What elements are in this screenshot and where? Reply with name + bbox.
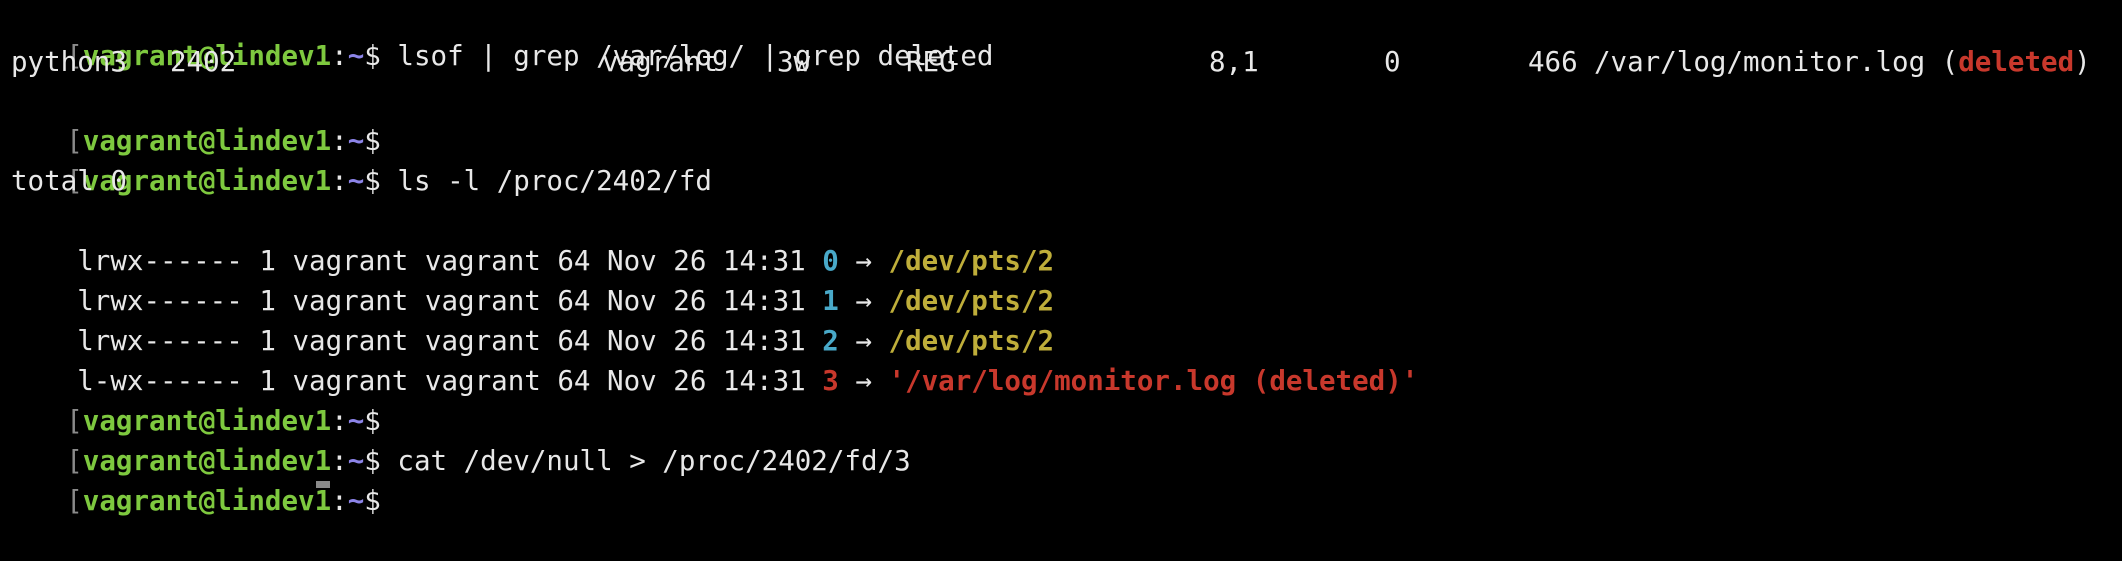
prompt-line-1: [vagrant@lindev1:~$ lsof | grep /var/log… xyxy=(0,0,993,72)
command-text: ls -l /proc/2402/fd xyxy=(380,165,712,197)
lsof-name-path: /var/log/monitor.log ( xyxy=(1594,46,1959,78)
lsof-type: REG xyxy=(906,46,956,78)
lsof-output-row: python3 2402 vagrant 3w REG 8,1 0 466 /v… xyxy=(0,42,2122,82)
ls-entry: l-wx------ 1 vagrant vagrant 64 Nov 26 1… xyxy=(11,321,1418,397)
ls-total: total 0 xyxy=(11,165,127,197)
ls-entry: lrwx------ 1 vagrant vagrant 64 Nov 26 1… xyxy=(11,201,1054,277)
lsof-node: 466 xyxy=(1528,46,1578,78)
prompt-line-2: [vagrant@lindev1:~$ xyxy=(0,81,381,157)
lsof-name-close: ) xyxy=(2074,46,2091,78)
prompt-colon: : xyxy=(331,165,348,197)
prompt-line-3: [vagrant@lindev1:~$ ls -l /proc/2402/fd xyxy=(0,121,712,197)
prompt-bracket: [ xyxy=(66,485,83,517)
prompt-path: ~ xyxy=(347,485,365,517)
lsof-user: vagrant xyxy=(602,46,718,78)
fd-number: 3 xyxy=(822,365,839,397)
lsof-pid: 2402 xyxy=(170,46,237,78)
prompt-path: ~ xyxy=(347,165,365,197)
lsof-deleted-label: deleted xyxy=(1958,46,2075,78)
lsof-size: 0 xyxy=(1384,46,1401,78)
prompt-colon: : xyxy=(331,485,348,517)
prompt-userhost: vagrant@lindev1 xyxy=(82,485,332,517)
lsof-command: python3 xyxy=(11,46,127,78)
ls-entry: lrwx------ 1 vagrant vagrant 64 Nov 26 1… xyxy=(11,281,1054,357)
prompt-line-5: [vagrant@lindev1:~$ cat /dev/null > /pro… xyxy=(0,401,910,477)
prompt-line-4: [vagrant@lindev1:~$ xyxy=(0,361,381,437)
command-text: cat /dev/null > /proc/2402/fd/3 xyxy=(380,445,911,477)
lsof-fd: 3w xyxy=(777,46,811,78)
prompt-dollar: $ xyxy=(364,485,381,517)
lsof-device: 8,1 xyxy=(1209,46,1259,78)
prompt-line-current[interactable]: [vagrant@lindev1:~$ xyxy=(0,441,381,517)
arrow-icon: → xyxy=(838,365,889,397)
lsof-name: /var/log/monitor.log (deleted) xyxy=(1594,42,2091,82)
link-target-deleted: '/var/log/monitor.log (deleted)' xyxy=(888,365,1419,397)
prompt-dollar: $ xyxy=(364,165,381,197)
terminal-window[interactable]: [vagrant@lindev1:~$ lsof | grep /var/log… xyxy=(0,0,2122,517)
text-cursor xyxy=(316,481,330,488)
ls-entry: lrwx------ 1 vagrant vagrant 64 Nov 26 1… xyxy=(11,241,1054,317)
